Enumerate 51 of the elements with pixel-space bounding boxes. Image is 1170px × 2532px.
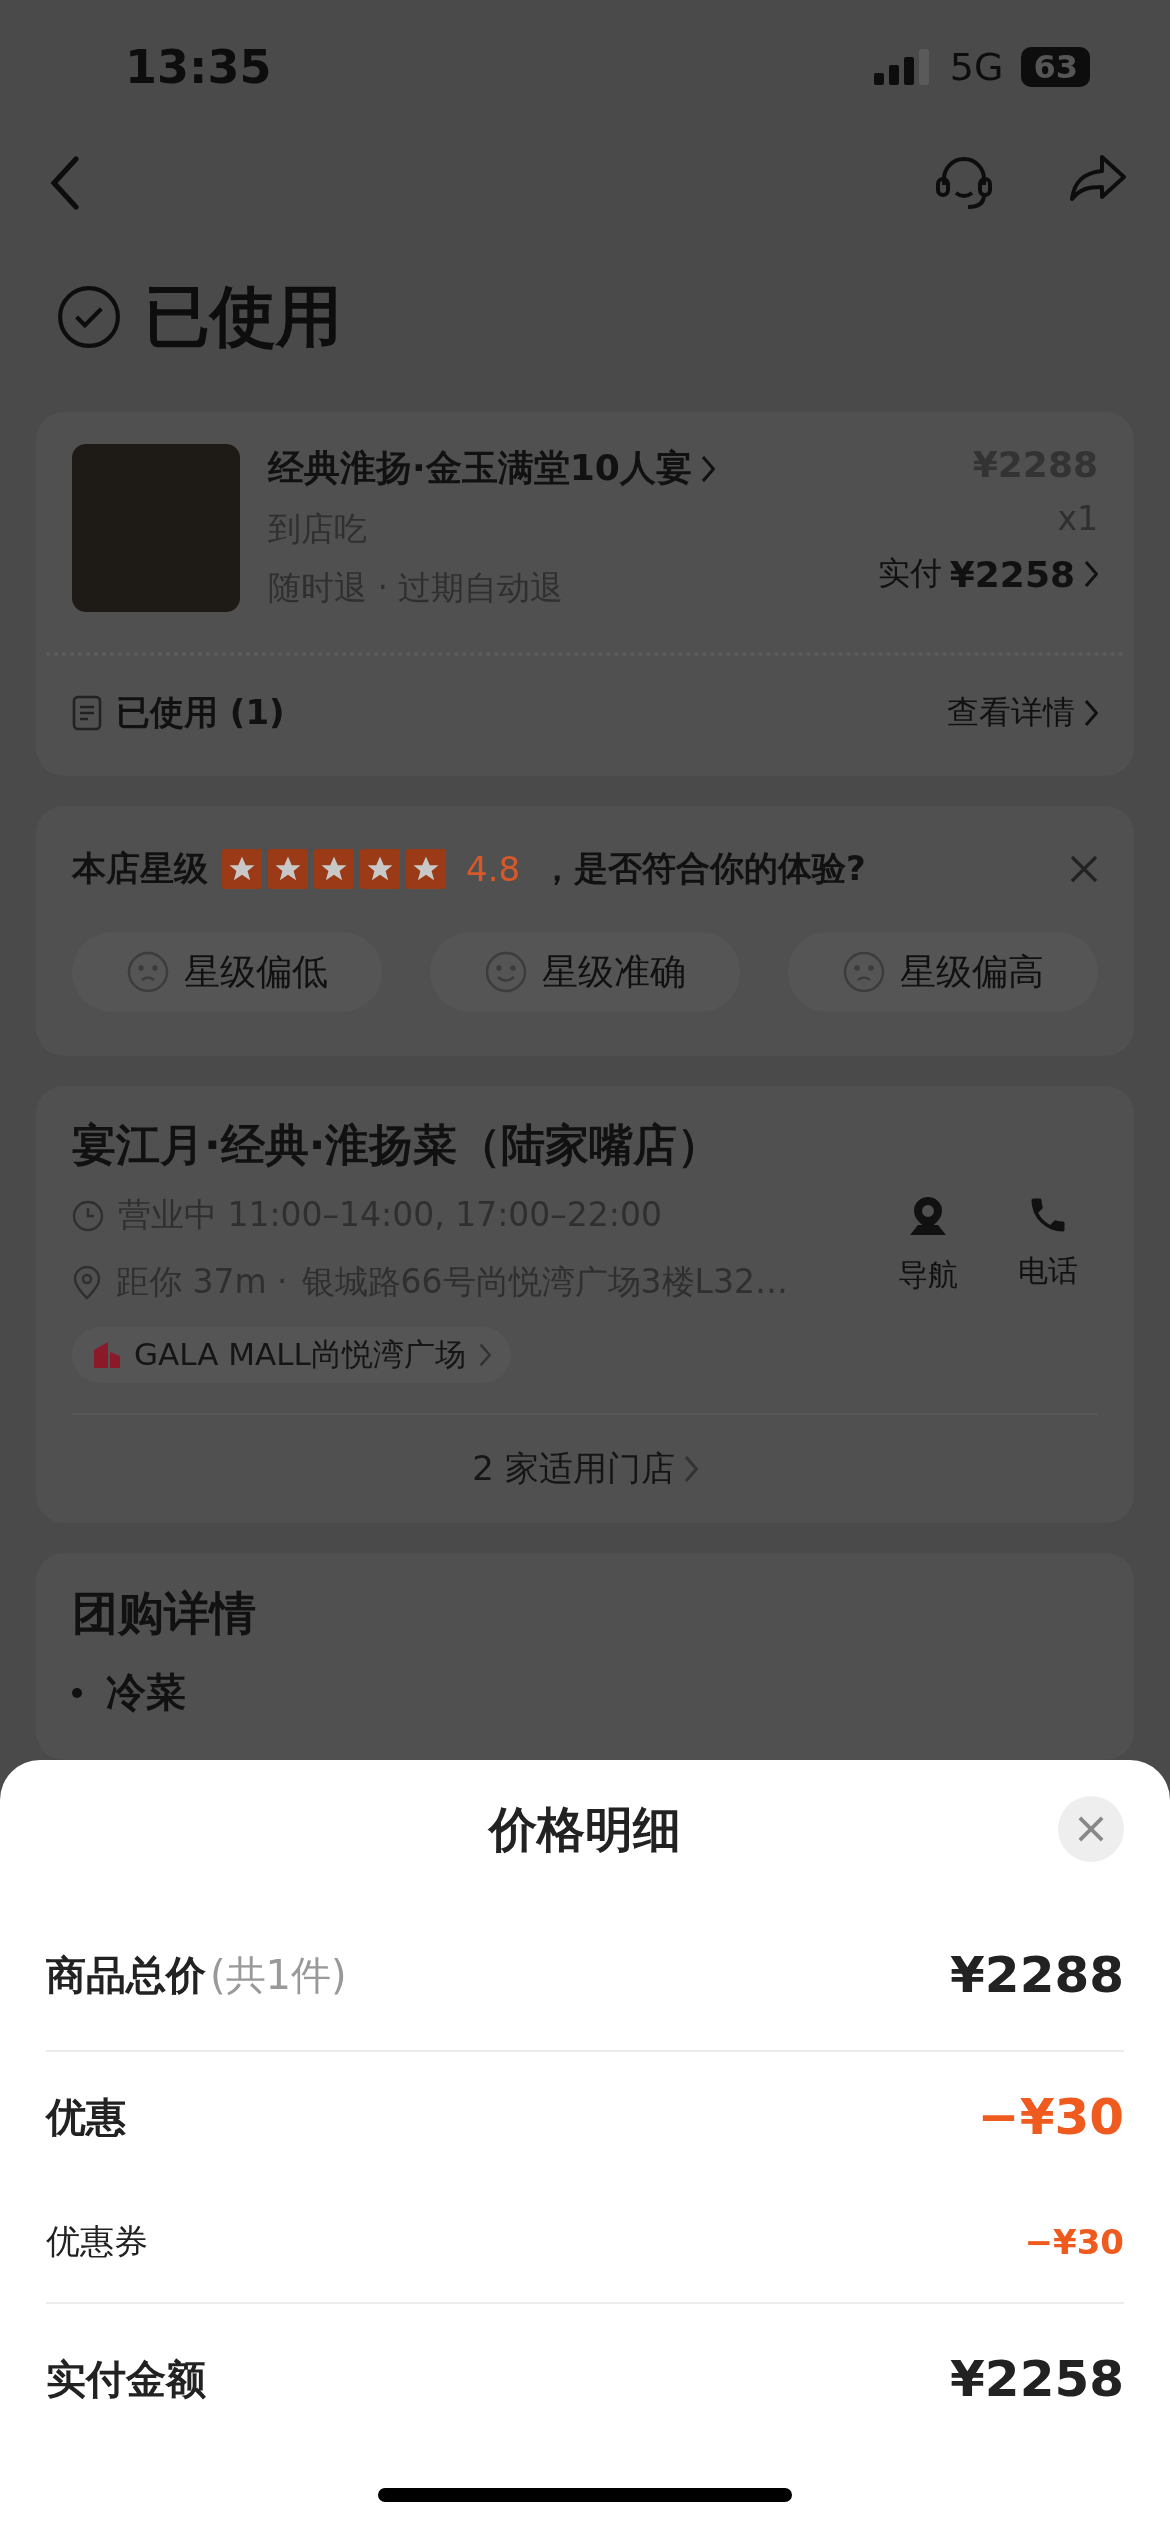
- price-label: 实付金额: [46, 2354, 206, 2404]
- close-icon: [1078, 1816, 1104, 1842]
- chevron-icon: [699, 453, 715, 484]
- chevron-icon: [682, 1454, 698, 1484]
- navigate-button[interactable]: 导航: [888, 1193, 968, 1296]
- deal-name-link[interactable]: 经典淮扬·金玉满堂10人宴: [268, 444, 850, 493]
- chevron-icon: [477, 1342, 491, 1368]
- price-amount: ¥2258: [950, 2350, 1124, 2408]
- used-count: 已使用 (1): [116, 691, 285, 734]
- mall-chip[interactable]: GALA MALL尚悦湾广场: [72, 1327, 511, 1383]
- rating-score: 4.8: [466, 849, 521, 889]
- price-amount: −¥30: [1024, 2222, 1124, 2262]
- network-type: 5G: [949, 44, 1004, 89]
- close-button[interactable]: [1070, 855, 1098, 883]
- rating-option-button[interactable]: 星级准确: [430, 932, 740, 1012]
- document-icon: [72, 695, 102, 731]
- section-title: 团购详情: [72, 1586, 256, 1640]
- close-icon: [1070, 855, 1098, 883]
- smiley-face-icon: [484, 950, 528, 994]
- location-pin-icon: [72, 1265, 102, 1300]
- signal-icon: [873, 48, 932, 85]
- back-button[interactable]: [48, 154, 82, 211]
- check-circle-icon: [56, 284, 122, 350]
- bullet-dot: [72, 1687, 82, 1698]
- price-label: 优惠: [46, 2092, 126, 2142]
- chevron-icon: [1083, 559, 1098, 589]
- call-button[interactable]: 电话: [1008, 1193, 1088, 1296]
- item-count-note: (共1件): [210, 1950, 347, 2000]
- rating-label: 本店星级: [72, 847, 208, 890]
- rating-option-button[interactable]: 星级偏高: [788, 932, 1098, 1012]
- building-icon: [92, 1340, 122, 1370]
- sheet-title: 价格明细: [489, 1800, 681, 1859]
- paid-amount-link[interactable]: 实付 ¥2258: [877, 552, 1098, 596]
- clock-icon: [72, 1199, 104, 1232]
- store-name: 宴江月·经典·淮扬菜（陆家嘴店）: [72, 1119, 722, 1170]
- frowning-face-icon: [842, 950, 886, 994]
- chevron-icon: [1083, 698, 1098, 728]
- price-label: 优惠券: [46, 2220, 148, 2263]
- order-status-title: 已使用: [144, 277, 342, 357]
- rating-question: ，是否符合你的体验?: [540, 847, 866, 890]
- price-amount: −¥30: [977, 2088, 1124, 2146]
- frowning-face-icon: [126, 950, 170, 994]
- view-details-link[interactable]: 查看详情: [947, 691, 1098, 735]
- price-amount: ¥2288: [950, 1946, 1124, 2004]
- back-icon: [48, 154, 82, 211]
- rating-option-button[interactable]: 星级偏低: [72, 932, 382, 1012]
- battery-level: 63: [1021, 46, 1090, 87]
- status-time: 13:35: [125, 39, 272, 94]
- applicable-stores-link[interactable]: 2 家适用门店: [72, 1413, 1098, 1523]
- price-label: 商品总价: [46, 1950, 206, 2000]
- menu-category: 冷菜: [106, 1668, 186, 1717]
